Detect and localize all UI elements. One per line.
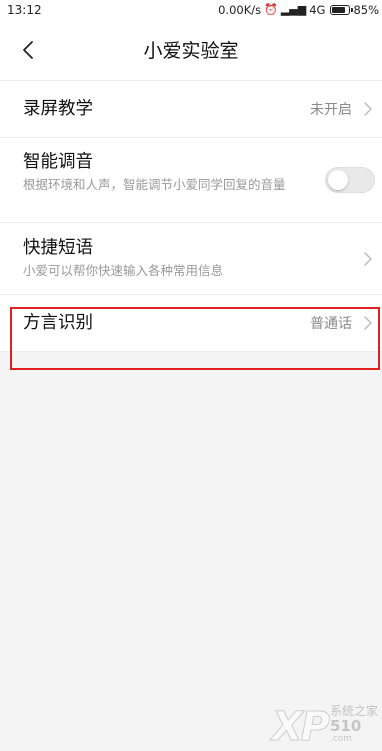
alarm-icon: ⏰ bbox=[264, 3, 278, 16]
setting-description: 小爱可以帮你快速输入各种常用信息 bbox=[23, 263, 224, 278]
setting-right bbox=[360, 251, 376, 267]
page-title: 小爱实验室 bbox=[143, 40, 239, 62]
setting-title: 录屏教学 bbox=[23, 99, 93, 119]
chevron-right-icon bbox=[364, 316, 372, 330]
watermark-domain: .com bbox=[329, 734, 353, 744]
battery-level: 85% bbox=[353, 2, 379, 17]
settings-list: 录屏教学 未开启 智能调音 根据环境和人声，智能调节小爱同学回复的音量 快捷短语… bbox=[0, 80, 382, 352]
setting-right: 普通话 bbox=[310, 313, 376, 333]
toggle-knob bbox=[328, 170, 348, 190]
setting-value: 未开启 bbox=[310, 102, 352, 118]
watermark-cn: 系统之家 bbox=[329, 704, 378, 718]
status-time: 13:12 bbox=[7, 2, 42, 17]
setting-right: 未开启 bbox=[310, 99, 376, 119]
watermark-xp: XP bbox=[271, 704, 330, 750]
setting-value: 普通话 bbox=[310, 316, 352, 332]
network-type: 4G bbox=[309, 2, 326, 17]
setting-dialect-recognition[interactable]: 方言识别 普通话 bbox=[0, 295, 382, 352]
chevron-right-icon bbox=[364, 251, 372, 266]
setting-title: 方言识别 bbox=[23, 313, 93, 333]
setting-title: 快捷短语 bbox=[23, 238, 93, 258]
header: 小爱实验室 bbox=[0, 19, 382, 80]
setting-screen-record-tutorial[interactable]: 录屏教学 未开启 bbox=[0, 81, 382, 138]
status-icons: 0.00K/s ⏰ ▂▄▆ 4G 85% bbox=[218, 3, 379, 17]
chevron-right-icon bbox=[364, 102, 372, 116]
setting-quick-phrases[interactable]: 快捷短语 小爱可以帮你快速输入各种常用信息 bbox=[0, 223, 382, 295]
status-bar: 13:12 0.00K/s ⏰ ▂▄▆ 4G 85% bbox=[0, 0, 382, 19]
setting-smart-volume: 智能调音 根据环境和人声，智能调节小爱同学回复的音量 bbox=[0, 138, 382, 223]
watermark-logo: XP 系统之家 510 .com bbox=[271, 704, 378, 750]
setting-description: 根据环境和人声，智能调节小爱同学回复的音量 bbox=[23, 177, 286, 192]
smart-volume-toggle[interactable] bbox=[325, 167, 375, 193]
watermark-text: 系统之家 510 .com bbox=[330, 704, 378, 744]
watermark-num: 510 bbox=[329, 717, 362, 735]
chevron-left-icon bbox=[23, 40, 33, 59]
back-button[interactable] bbox=[14, 36, 42, 64]
setting-title: 智能调音 bbox=[23, 152, 93, 172]
battery-icon bbox=[330, 4, 354, 15]
signal-icon: ▂▄▆ bbox=[280, 3, 307, 16]
net-speed: 0.00K/s bbox=[218, 2, 262, 17]
